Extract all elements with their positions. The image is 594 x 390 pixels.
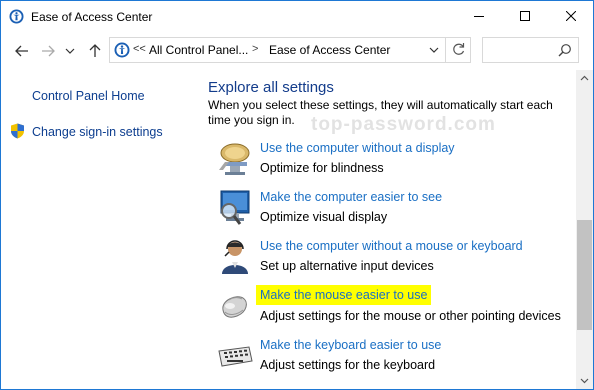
address-bar[interactable]: << All Control Panel... > Ease of Access… xyxy=(109,37,471,63)
link-without-mouse-keyboard[interactable]: Use the computer without a mouse or keyb… xyxy=(260,239,523,253)
arrow-left-icon[interactable] xyxy=(14,43,30,59)
subtext-easier-to-see: Optimize visual display xyxy=(260,210,388,224)
link-without-display[interactable]: Use the computer without a display xyxy=(260,141,455,155)
magnifier-monitor-icon xyxy=(215,189,255,229)
list-item-without-mouse-keyboard: Use the computer without a mouse or keyb… xyxy=(215,238,575,282)
watermark-text: top-password.com xyxy=(311,114,496,135)
window: Ease of Access Center << All Control Pan… xyxy=(0,0,594,390)
navigation-bar: << All Control Panel... > Ease of Access… xyxy=(1,32,593,70)
address-dropdown-button[interactable] xyxy=(424,38,444,62)
breadcrumb-ease-of-access[interactable]: Ease of Access Center xyxy=(269,43,390,57)
link-mouse-easier[interactable]: Make the mouse easier to use xyxy=(256,285,432,305)
maximize-button[interactable] xyxy=(502,1,548,32)
display-speech-icon xyxy=(215,140,255,180)
refresh-button[interactable] xyxy=(445,38,471,62)
minimize-icon xyxy=(474,16,484,17)
close-button[interactable] xyxy=(548,1,593,32)
close-icon xyxy=(566,11,576,21)
subtext-keyboard-easier: Adjust settings for the keyboard xyxy=(260,358,436,372)
control-panel-icon xyxy=(114,42,130,58)
scroll-down-icon[interactable] xyxy=(576,372,593,389)
mouse-icon xyxy=(215,288,255,328)
shield-icon xyxy=(10,123,25,139)
list-item-keyboard-easier: Make the keyboard easier to use Adjust s… xyxy=(215,337,575,381)
search-icon[interactable] xyxy=(558,43,572,57)
list-item-mouse-easier: Make the mouse easier to use Adjust sett… xyxy=(215,285,575,332)
address-overflow-button[interactable]: << xyxy=(133,43,146,55)
main-content: Explore all settings When you select the… xyxy=(191,70,576,389)
chevron-down-icon[interactable] xyxy=(64,45,76,57)
scrollbar-thumb[interactable] xyxy=(577,220,592,330)
breadcrumb-separator[interactable]: > xyxy=(252,43,258,55)
list-item-without-display: Use the computer without a display Optim… xyxy=(215,140,575,184)
ease-of-access-icon xyxy=(9,9,24,24)
subtext-without-mouse-keyboard: Set up alternative input devices xyxy=(260,259,434,273)
title-bar[interactable]: Ease of Access Center xyxy=(1,1,593,32)
refresh-icon xyxy=(453,43,465,55)
arrow-right-icon[interactable] xyxy=(40,43,56,59)
keyboard-icon xyxy=(215,337,255,377)
vertical-scrollbar[interactable] xyxy=(576,70,593,389)
link-keyboard-easier[interactable]: Make the keyboard easier to use xyxy=(260,338,441,352)
minimize-button[interactable] xyxy=(456,1,502,32)
page-title: Explore all settings xyxy=(208,79,334,96)
subtext-mouse-easier: Adjust settings for the mouse or other p… xyxy=(260,309,561,323)
subtext-without-display: Optimize for blindness xyxy=(260,161,384,175)
person-headset-icon xyxy=(215,238,255,278)
change-sign-in-settings-link[interactable]: Change sign-in settings xyxy=(32,125,163,139)
list-item-easier-to-see: Make the computer easier to see Optimize… xyxy=(215,189,575,233)
link-easier-to-see[interactable]: Make the computer easier to see xyxy=(260,190,442,204)
arrow-up-icon[interactable] xyxy=(87,43,103,59)
search-input[interactable] xyxy=(482,37,579,63)
control-panel-home-link[interactable]: Control Panel Home xyxy=(32,89,145,103)
window-title: Ease of Access Center xyxy=(31,10,153,24)
scroll-up-icon[interactable] xyxy=(576,70,593,87)
left-pane: Control Panel Home Change sign-in settin… xyxy=(1,70,191,389)
breadcrumb-all-control-panel[interactable]: All Control Panel... xyxy=(149,43,248,57)
maximize-icon xyxy=(520,11,530,21)
